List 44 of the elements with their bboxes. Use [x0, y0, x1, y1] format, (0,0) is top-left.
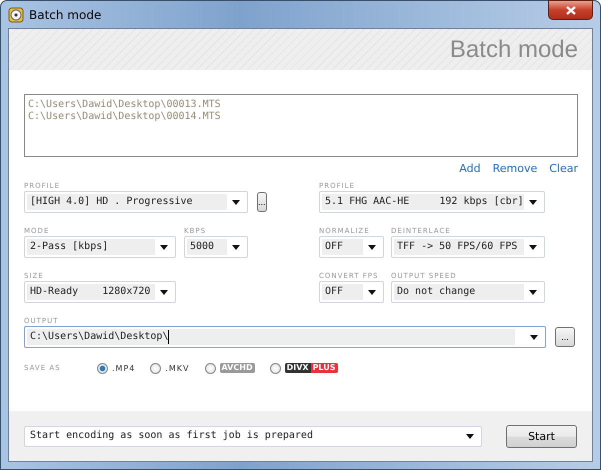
dropdown-arrow-icon — [529, 200, 537, 204]
dropdown[interactable]: 2-Pass [kbps] — [24, 236, 176, 258]
dropdown[interactable]: Do not change — [391, 281, 545, 303]
dropdown-arrow-icon — [368, 244, 376, 250]
dropdown-arrow-icon — [466, 434, 474, 438]
radio-button[interactable] — [204, 362, 216, 374]
dropdown[interactable]: OFF — [319, 281, 384, 303]
link[interactable]: Remove — [492, 162, 538, 179]
browse-button[interactable]: ... — [257, 192, 267, 212]
file-path: C:\Users\Dawid\Desktop\00014.MTS — [28, 111, 222, 123]
dropdown-arrow-icon — [160, 244, 168, 250]
file-path: C:\Users\Dawid\Desktop\00013.MTS — [28, 99, 222, 111]
text-cursor — [168, 330, 170, 344]
option-label[interactable]: .MKV — [165, 364, 190, 372]
disc-icon — [8, 6, 24, 22]
page-title: Batch mode — [450, 36, 578, 64]
dropdown-arrow-icon — [368, 290, 376, 294]
dropdown[interactable]: HD-Ready 1280x720 — [24, 281, 176, 303]
dropdown[interactable]: Start encoding as soon as first job is prepared — [24, 426, 482, 446]
window-title: Batch mode — [29, 8, 102, 22]
start-button[interactable]: Start — [506, 424, 577, 448]
dropdown[interactable]: TFF -> 50 FPS/60 FPS — [391, 236, 545, 258]
format-badge[interactable]: DIVX — [284, 363, 311, 373]
dropdown-arrow-icon — [232, 244, 240, 250]
dropdown-arrow-icon — [232, 200, 240, 204]
dropdown[interactable]: 5000 — [184, 236, 248, 258]
dropdown[interactable]: [HIGH 4.0] HD . Progressive — [24, 191, 248, 213]
dropdown-arrow-icon — [529, 290, 537, 294]
browse-button[interactable]: ... — [555, 327, 575, 347]
close-button[interactable] — [548, 0, 593, 20]
radio-button[interactable] — [150, 362, 162, 374]
radio-button[interactable] — [97, 362, 108, 374]
close-icon — [566, 6, 576, 14]
radio-button[interactable] — [270, 362, 281, 374]
dropdown[interactable]: 5.1 FHG AAC-HE 192 kbps [cbr] — [319, 191, 545, 213]
format-badge[interactable]: PLUS — [310, 363, 338, 373]
dropdown-arrow-icon — [529, 244, 537, 250]
option-label[interactable]: .MP4 — [112, 364, 136, 372]
dropdown-arrow-icon — [160, 290, 168, 294]
dropdown[interactable]: OFF — [319, 236, 384, 258]
dropdown-arrow-icon — [530, 334, 538, 340]
link[interactable]: Clear — [549, 162, 578, 179]
path-combo-field[interactable]: C:\Users\Dawid\Desktop\ — [24, 326, 546, 348]
link[interactable]: Add — [459, 162, 481, 179]
